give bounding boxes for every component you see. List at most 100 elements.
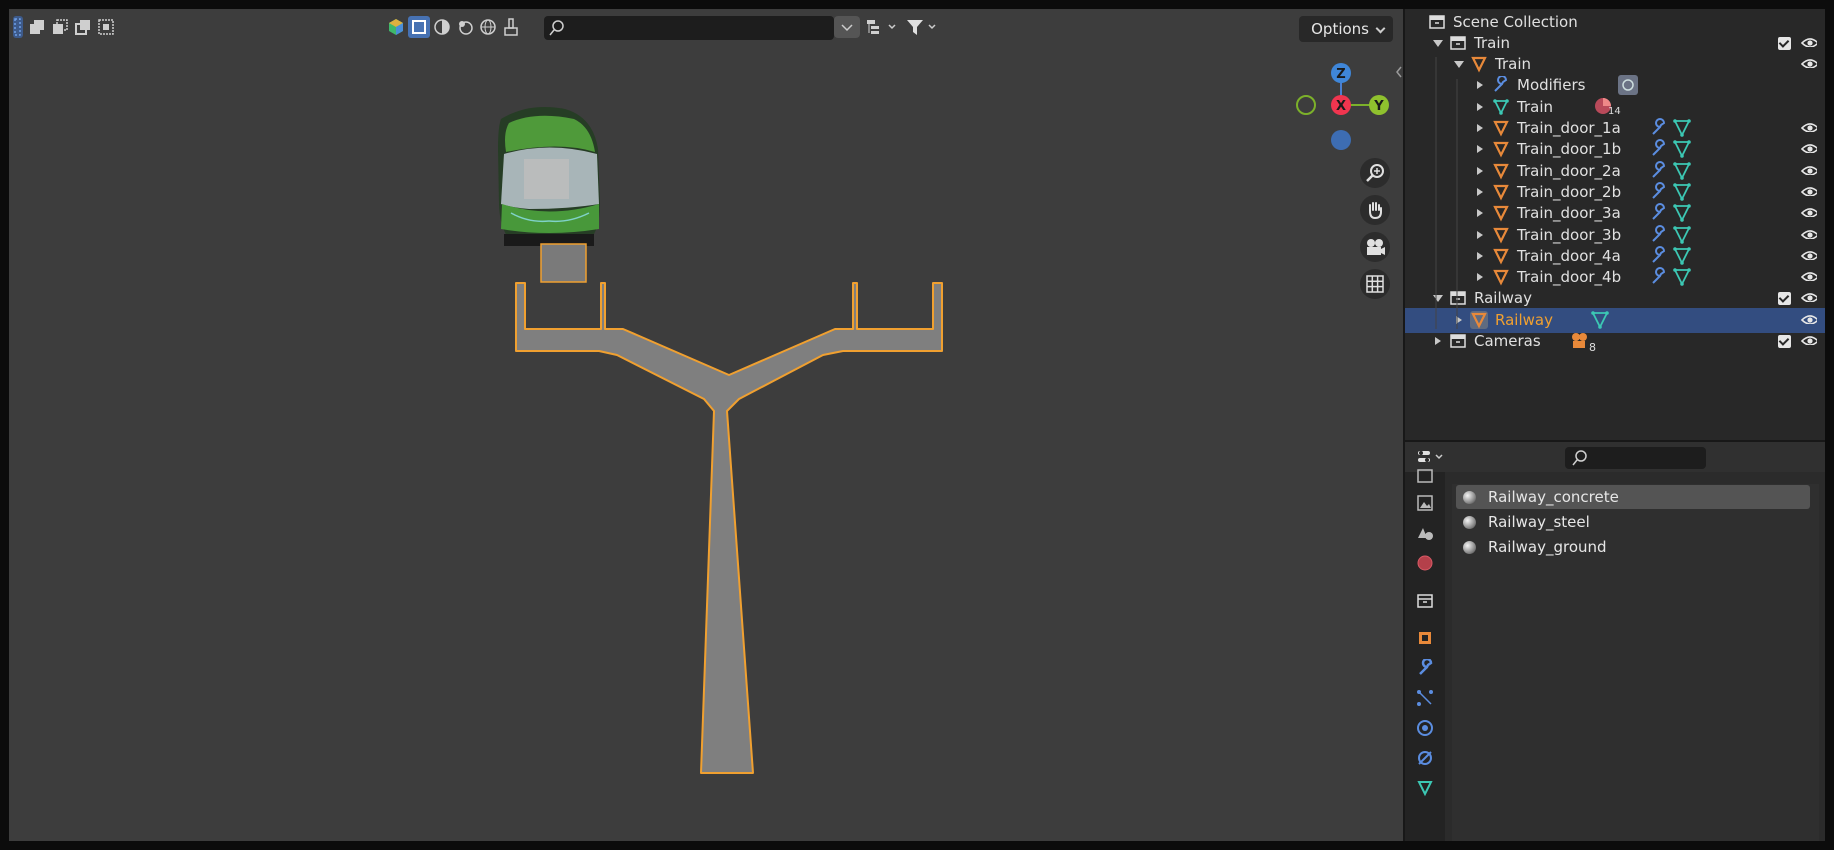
material-sphere-icon xyxy=(1463,490,1476,504)
material-slots-list: Railway_concrete Railway_steel Railway_gro… xyxy=(1452,484,1819,841)
zoom-button[interactable] xyxy=(1360,158,1390,188)
modifier-wrench-icon[interactable] xyxy=(1649,245,1669,266)
mesh-data-icon[interactable] xyxy=(1672,182,1692,202)
outliner-label: Train_door_3a xyxy=(1517,204,1621,223)
mesh-data-icon[interactable] xyxy=(1672,246,1692,266)
expand-arrow-icon[interactable] xyxy=(1477,273,1483,282)
expand-arrow-icon[interactable] xyxy=(1477,145,1483,154)
properties-search-input[interactable] xyxy=(1565,447,1706,469)
editor-type-button[interactable] xyxy=(1415,447,1449,467)
collection-icon xyxy=(1429,14,1445,29)
visibility-eye-icon[interactable] xyxy=(1801,165,1817,175)
visibility-eye-icon[interactable] xyxy=(1801,250,1817,260)
object-icon xyxy=(1493,142,1509,158)
exclude-checkbox[interactable] xyxy=(1778,335,1791,348)
svg-text:X: X xyxy=(1336,99,1346,114)
modifier-wrench-icon[interactable] xyxy=(1649,118,1669,138)
gizmo-neg-y[interactable] xyxy=(1296,95,1316,115)
world-tab-icon[interactable] xyxy=(1416,554,1434,572)
expand-arrow-icon[interactable] xyxy=(1477,166,1483,175)
expand-arrow-icon[interactable] xyxy=(1477,230,1483,239)
output-tab-icon[interactable] xyxy=(1416,468,1434,486)
mesh-icon xyxy=(1493,98,1509,115)
ortho-toggle-button[interactable] xyxy=(1360,269,1390,299)
collapse-arrow-icon[interactable] xyxy=(1433,39,1443,47)
exclude-checkbox[interactable] xyxy=(1778,36,1791,50)
mesh-data-icon[interactable] xyxy=(1590,310,1610,330)
object-icon xyxy=(1471,56,1487,73)
outliner-label: Scene Collection xyxy=(1453,12,1578,31)
exclude-checkbox[interactable] xyxy=(1778,292,1791,306)
visibility-eye-icon[interactable] xyxy=(1801,292,1817,303)
object-tab-icon[interactable] xyxy=(1416,629,1434,647)
data-tab-icon[interactable] xyxy=(1416,779,1434,797)
material-slot[interactable]: Railway_concrete xyxy=(1456,485,1810,509)
visibility-eye-icon[interactable] xyxy=(1801,186,1817,196)
gizmo-neg-z[interactable] xyxy=(1331,130,1351,150)
mesh-data-icon[interactable] xyxy=(1672,267,1692,287)
pan-button[interactable] xyxy=(1360,195,1390,225)
expand-arrow-icon[interactable] xyxy=(1477,209,1483,218)
collapse-arrow-icon[interactable] xyxy=(1454,61,1464,69)
scene-tab-icon[interactable] xyxy=(1416,524,1434,542)
properties-editor-icon xyxy=(1418,451,1443,462)
camera-view-button[interactable] xyxy=(1360,232,1390,262)
mesh-data-icon[interactable] xyxy=(1672,118,1692,138)
train-model[interactable] xyxy=(498,106,600,283)
mesh-data-icon[interactable] xyxy=(1672,203,1692,223)
modifier-wrench-icon[interactable] xyxy=(1649,181,1669,202)
modifier-tab-icon[interactable] xyxy=(1416,659,1434,677)
camera-data-icon[interactable] xyxy=(1570,331,1590,351)
constraints-tab-icon[interactable] xyxy=(1416,749,1434,767)
camera-count-badge: 8 xyxy=(1589,341,1596,354)
collection-icon xyxy=(1450,36,1466,50)
modifier-preview-icon[interactable] xyxy=(1618,75,1638,96)
properties-tab-bar xyxy=(1405,469,1445,841)
outliner-label: Train_door_2b xyxy=(1517,182,1622,201)
svg-text:Y: Y xyxy=(1373,99,1384,114)
material-sphere-icon xyxy=(1463,540,1476,554)
particles-tab-icon[interactable] xyxy=(1416,689,1434,707)
expand-arrow-icon[interactable] xyxy=(1477,81,1483,90)
outliner-label: Train xyxy=(1474,33,1510,52)
visibility-eye-icon[interactable] xyxy=(1801,122,1817,132)
material-sphere-icon xyxy=(1463,515,1476,529)
expand-arrow-icon[interactable] xyxy=(1477,124,1483,132)
outliner-label: Train_door_3b xyxy=(1517,225,1622,244)
visibility-eye-icon[interactable] xyxy=(1801,37,1817,47)
object-icon xyxy=(1493,227,1509,243)
outliner-row[interactable]: Cameras 8 xyxy=(1405,329,1825,354)
visibility-eye-icon[interactable] xyxy=(1801,314,1817,324)
expand-arrow-icon[interactable] xyxy=(1477,102,1483,111)
expand-arrow-icon[interactable] xyxy=(1477,187,1483,196)
mesh-data-icon[interactable] xyxy=(1672,161,1692,181)
modifier-wrench-icon[interactable] xyxy=(1649,267,1669,287)
scene-canvas[interactable] xyxy=(9,9,1403,841)
sidebar-toggle-icon[interactable] xyxy=(1394,65,1404,79)
material-slot[interactable]: Railway_ground xyxy=(1456,535,1810,559)
view-layer-tab-icon[interactable] xyxy=(1416,494,1434,512)
collection-tab-icon[interactable] xyxy=(1416,592,1434,610)
visibility-eye-icon[interactable] xyxy=(1801,143,1817,154)
modifier-wrench-icon[interactable] xyxy=(1649,139,1669,159)
navigation-gizmo[interactable]: Z Y X xyxy=(1279,55,1399,165)
visibility-eye-icon[interactable] xyxy=(1801,271,1817,282)
collapse-arrow-icon[interactable] xyxy=(1433,295,1443,303)
modifier-wrench-icon[interactable] xyxy=(1649,224,1669,245)
material-slot[interactable]: Railway_steel xyxy=(1456,510,1810,534)
3d-viewport[interactable]: Options Z Y X xyxy=(9,9,1403,841)
mesh-data-icon[interactable] xyxy=(1672,225,1692,245)
expand-arrow-icon[interactable] xyxy=(1477,251,1483,260)
mesh-data-icon[interactable] xyxy=(1672,139,1692,159)
outliner-label: Train_door_1a xyxy=(1517,119,1621,137)
visibility-eye-icon[interactable] xyxy=(1801,207,1817,218)
railway-model[interactable] xyxy=(515,282,943,774)
expand-arrow-icon[interactable] xyxy=(1456,315,1462,324)
modifier-wrench-icon[interactable] xyxy=(1649,160,1669,181)
visibility-eye-icon[interactable] xyxy=(1801,58,1817,69)
physics-tab-icon[interactable] xyxy=(1416,719,1434,737)
modifier-wrench-icon[interactable] xyxy=(1649,203,1669,223)
expand-arrow-icon[interactable] xyxy=(1435,337,1441,345)
visibility-eye-icon[interactable] xyxy=(1801,229,1817,239)
visibility-eye-icon[interactable] xyxy=(1801,335,1817,345)
